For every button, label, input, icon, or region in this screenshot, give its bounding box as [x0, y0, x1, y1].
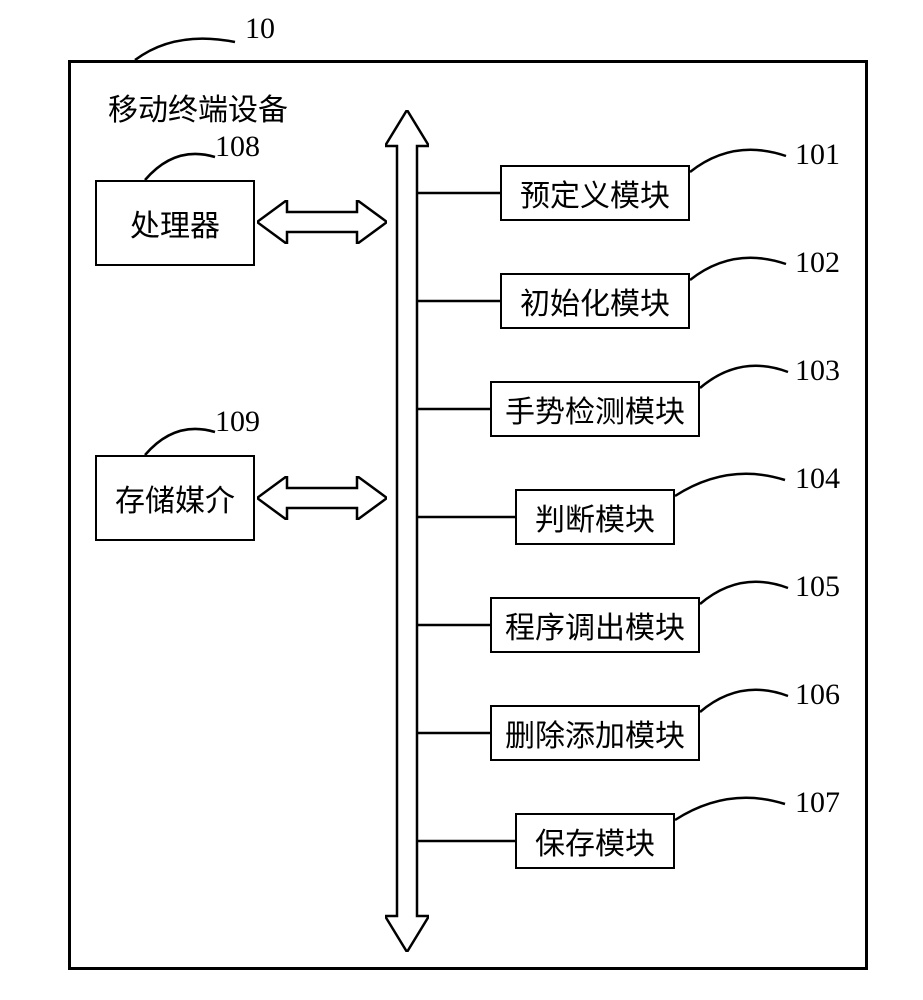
label-10: 10 — [245, 12, 275, 46]
module-text-106: 删除添加模块 — [505, 711, 685, 755]
module-text-103: 手势检测模块 — [505, 387, 685, 431]
storage-box: 存储媒介 — [95, 455, 255, 541]
storage-num: 109 — [215, 405, 260, 439]
connector-105 — [417, 622, 490, 628]
connector-102 — [417, 298, 500, 304]
connector-101 — [417, 190, 500, 196]
module-box-106: 删除添加模块 — [490, 705, 700, 761]
module-box-101: 预定义模块 — [500, 165, 690, 221]
module-num-104: 104 — [795, 462, 840, 496]
module-text-101: 预定义模块 — [520, 171, 670, 215]
module-text-105: 程序调出模块 — [505, 603, 685, 647]
connector-103 — [417, 406, 490, 412]
leader-curve-106 — [698, 680, 790, 720]
device-title: 移动终端设备 — [108, 85, 288, 129]
module-num-103: 103 — [795, 354, 840, 388]
module-num-102: 102 — [795, 246, 840, 280]
module-num-105: 105 — [795, 570, 840, 604]
connector-107 — [417, 838, 515, 844]
processor-box: 处理器 — [95, 180, 255, 266]
module-text-102: 初始化模块 — [520, 279, 670, 323]
storage-text: 存储媒介 — [115, 476, 235, 520]
leader-curve-101 — [688, 140, 788, 180]
module-num-106: 106 — [795, 678, 840, 712]
module-num-107: 107 — [795, 786, 840, 820]
module-box-104: 判断模块 — [515, 489, 675, 545]
module-box-105: 程序调出模块 — [490, 597, 700, 653]
module-box-102: 初始化模块 — [500, 273, 690, 329]
bus-vertical-arrow — [385, 110, 429, 952]
connector-106 — [417, 730, 490, 736]
module-text-107: 保存模块 — [535, 819, 655, 863]
diagram-canvas: 10 移动终端设备 处理器 108 存储媒介 109 预定义模块 101 — [0, 0, 923, 1000]
leader-curve-102 — [688, 248, 788, 288]
module-box-103: 手势检测模块 — [490, 381, 700, 437]
leader-curve-104 — [673, 464, 787, 504]
connector-104 — [417, 514, 515, 520]
leader-curve-103 — [698, 356, 790, 396]
leader-curve-105 — [698, 572, 790, 612]
h-arrow-processor — [257, 200, 387, 244]
module-text-104: 判断模块 — [535, 495, 655, 539]
leader-curve-109 — [140, 420, 220, 460]
module-box-107: 保存模块 — [515, 813, 675, 869]
leader-curve-108 — [140, 145, 220, 185]
processor-num: 108 — [215, 130, 260, 164]
h-arrow-storage — [257, 476, 387, 520]
module-num-101: 101 — [795, 138, 840, 172]
processor-text: 处理器 — [130, 201, 220, 245]
leader-curve-107 — [673, 788, 787, 828]
